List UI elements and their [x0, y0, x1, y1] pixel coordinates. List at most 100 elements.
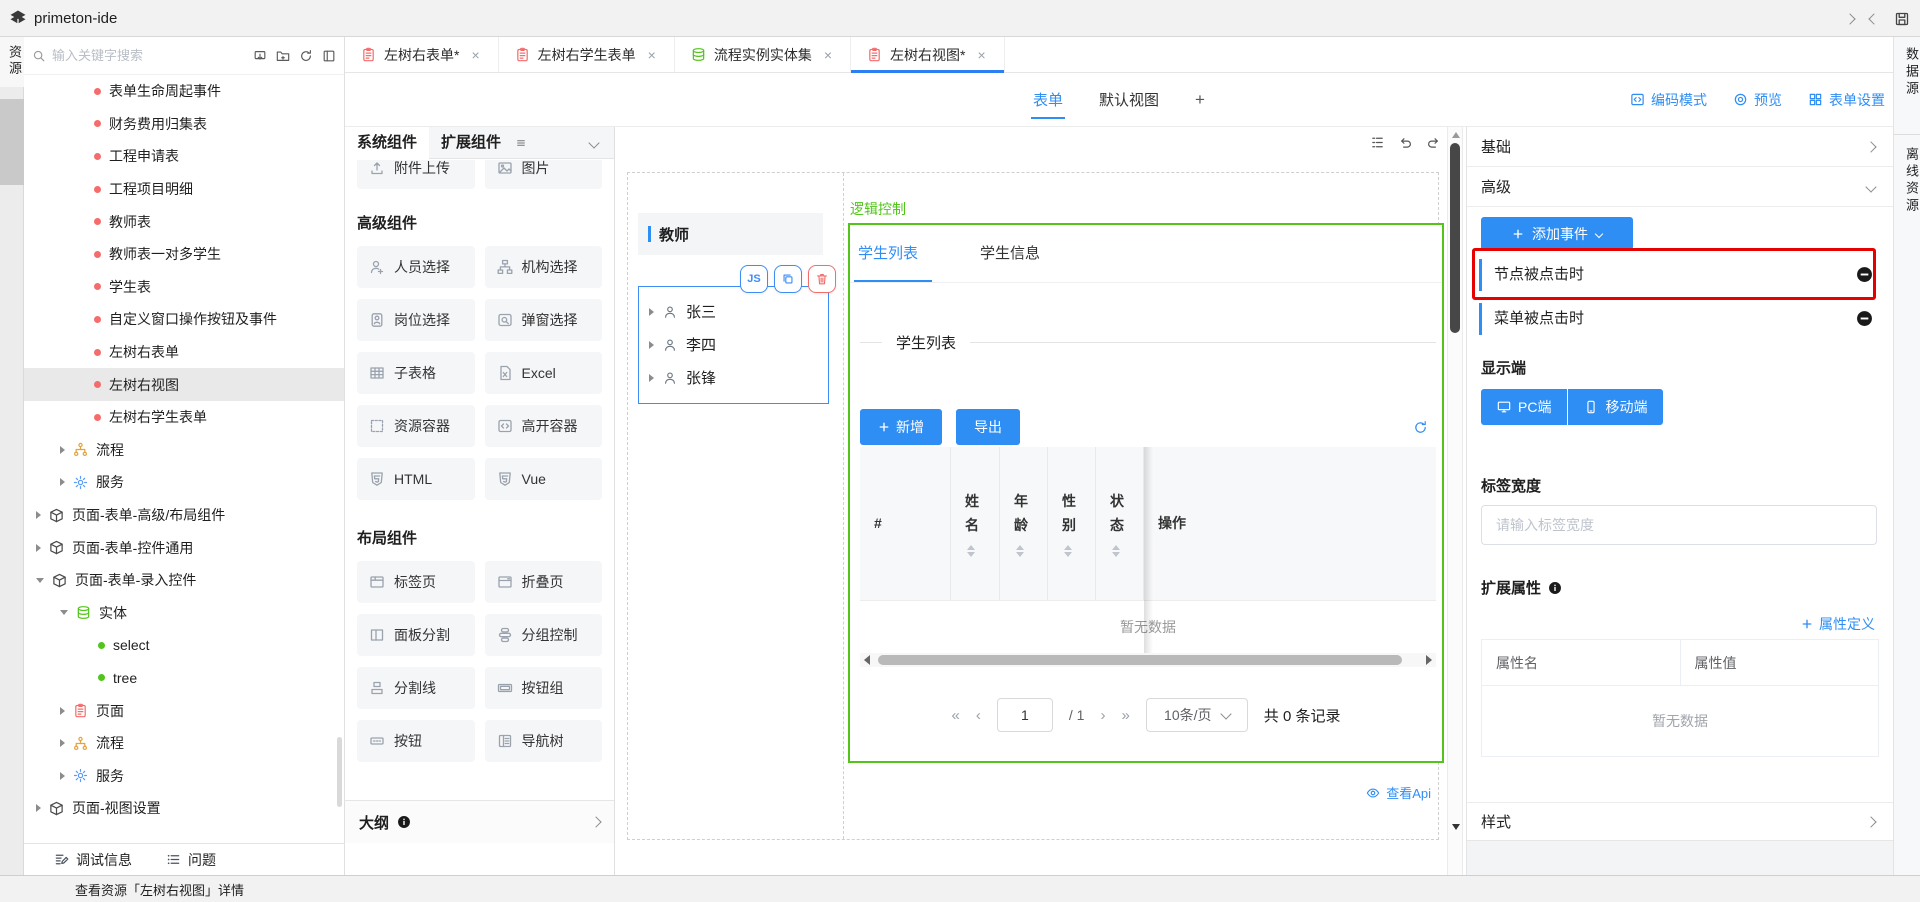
component-attachment-upload[interactable]: 附件上传: [357, 160, 475, 189]
scroll-down-arrow[interactable]: [1452, 824, 1460, 830]
tree-item[interactable]: 财务费用归集表: [24, 108, 344, 141]
tree-item[interactable]: 教师表一对多学生: [24, 238, 344, 271]
sort-icons[interactable]: [1112, 545, 1120, 557]
tree-group-flow[interactable]: 流程: [24, 727, 344, 760]
column-gender[interactable]: 性别: [1048, 447, 1096, 600]
tab-system-components[interactable]: 系统组件: [345, 127, 429, 159]
section-advanced[interactable]: 高级: [1467, 167, 1893, 207]
caret-down-icon[interactable]: [60, 610, 68, 615]
tree-item[interactable]: 左树右表单: [24, 336, 344, 369]
issues-tab[interactable]: 问题: [166, 850, 216, 870]
add-view-button[interactable]: +: [1195, 90, 1205, 110]
tree-item[interactable]: tree: [24, 662, 344, 695]
refresh-tree-icon[interactable]: [299, 49, 313, 63]
tree-scrollbar[interactable]: [337, 737, 342, 807]
component-popup-select[interactable]: 弹窗选择: [485, 299, 603, 341]
close-icon[interactable]: ×: [977, 47, 985, 63]
tree-group-package[interactable]: 页面-表单-高级/布局组件: [24, 499, 344, 532]
caret-right-icon[interactable]: [60, 478, 65, 486]
redo-icon[interactable]: [1426, 135, 1441, 150]
component-excel[interactable]: Excel: [485, 352, 603, 394]
caret-right-icon[interactable]: [60, 446, 65, 454]
save-icon[interactable]: [1894, 11, 1910, 27]
tree-group-package-expanded[interactable]: 页面-表单-录入控件: [24, 564, 344, 597]
locate-resource-icon[interactable]: [253, 49, 267, 63]
component-collapse-page[interactable]: 折叠页: [485, 561, 603, 603]
next-page-button[interactable]: ›: [1100, 707, 1105, 724]
tab-student-info[interactable]: 学生信息: [980, 225, 1040, 282]
column-index[interactable]: #: [860, 447, 951, 600]
close-icon[interactable]: ×: [824, 47, 832, 63]
section-style[interactable]: 样式: [1467, 802, 1893, 840]
sort-icons[interactable]: [1016, 545, 1024, 557]
component-person-select[interactable]: 人员选择: [357, 246, 475, 288]
undo-icon[interactable]: [1398, 135, 1413, 150]
default-view-tab[interactable]: 默认视图: [1099, 89, 1159, 110]
copy-component-button[interactable]: [774, 265, 802, 293]
column-status[interactable]: 状态: [1096, 447, 1144, 600]
tab-student-list[interactable]: 学生列表: [858, 225, 918, 282]
scrollbar-thumb[interactable]: [1450, 143, 1460, 333]
pc-side-button[interactable]: PC端: [1481, 389, 1567, 425]
tab-entity-set[interactable]: 流程实例实体集×: [675, 37, 851, 72]
add-event-button[interactable]: 添加事件: [1481, 217, 1633, 250]
first-page-button[interactable]: «: [952, 707, 960, 724]
resources-strip-tab[interactable]: 资源: [0, 37, 24, 87]
component-panel-split[interactable]: 面板分割: [357, 614, 475, 656]
collapse-palette-icon[interactable]: [588, 137, 599, 148]
tree-item[interactable]: 工程项目明细: [24, 173, 344, 206]
component-nav-tree[interactable]: 导航树: [485, 720, 603, 762]
caret-right-icon[interactable]: [649, 341, 654, 349]
component-divider-line[interactable]: 分割线: [357, 667, 475, 709]
tree-group-entity[interactable]: 实体: [24, 597, 344, 630]
caret-right-icon[interactable]: [60, 707, 65, 715]
teacher-node[interactable]: 张锋: [639, 361, 828, 394]
component-resource-container[interactable]: 资源容器: [357, 405, 475, 447]
component-subtable[interactable]: 子表格: [357, 352, 475, 394]
component-html[interactable]: HTML: [357, 458, 475, 500]
section-basic[interactable]: 基础: [1467, 127, 1893, 167]
datasource-strip-tab[interactable]: 数据源: [1894, 37, 1920, 98]
offline-resource-strip-tab[interactable]: 离线资源: [1894, 137, 1920, 215]
sort-icons[interactable]: [1064, 545, 1072, 557]
component-image[interactable]: 图片: [485, 160, 603, 189]
canvas-vertical-scrollbar[interactable]: [1447, 127, 1463, 875]
debug-info-tab[interactable]: 调试信息: [54, 850, 132, 870]
form-view-tab[interactable]: 表单: [1033, 89, 1063, 110]
js-event-button[interactable]: JS: [740, 265, 768, 293]
teacher-node[interactable]: 张三: [639, 295, 828, 328]
teacher-tree-component[interactable]: 张三 李四 张锋: [638, 286, 829, 404]
remove-event-icon[interactable]: [1856, 266, 1873, 283]
add-row-button[interactable]: 新增: [860, 409, 942, 445]
component-vue[interactable]: Vue: [485, 458, 603, 500]
scroll-up-arrow[interactable]: [1452, 132, 1460, 138]
event-node-clicked[interactable]: 节点被点击时: [1467, 254, 1893, 296]
mobile-side-button[interactable]: 移动端: [1568, 389, 1663, 425]
tree-item[interactable]: 左树右学生表单: [24, 401, 344, 434]
close-icon[interactable]: ×: [648, 47, 656, 63]
tree-item[interactable]: select: [24, 629, 344, 662]
caret-right-icon[interactable]: [36, 544, 41, 552]
form-settings-button[interactable]: 表单设置: [1808, 90, 1885, 110]
palette-menu-icon[interactable]: [515, 137, 527, 149]
add-folder-icon[interactable]: [276, 49, 290, 63]
component-button[interactable]: 按钮: [357, 720, 475, 762]
caret-right-icon[interactable]: [60, 772, 65, 780]
tree-group-service[interactable]: 服务: [24, 466, 344, 499]
page-size-select[interactable]: 10条/页: [1146, 698, 1248, 732]
component-post-select[interactable]: 岗位选择: [357, 299, 475, 341]
code-mode-button[interactable]: 编码模式: [1630, 90, 1707, 110]
close-icon[interactable]: ×: [471, 47, 479, 63]
caret-right-icon[interactable]: [36, 511, 41, 519]
component-tab-page[interactable]: 标签页: [357, 561, 475, 603]
caret-right-icon[interactable]: [649, 308, 654, 316]
tree-item[interactable]: 教师表: [24, 205, 344, 238]
last-page-button[interactable]: »: [1121, 707, 1129, 724]
sort-icons[interactable]: [967, 545, 975, 557]
delete-component-button[interactable]: [808, 265, 836, 293]
label-width-input[interactable]: [1481, 505, 1877, 545]
tree-item-selected[interactable]: 左树右视图: [24, 368, 344, 401]
outline-tree-icon[interactable]: [1370, 135, 1385, 150]
tree-group-package[interactable]: 页面-表单-控件通用: [24, 531, 344, 564]
search-input[interactable]: [52, 48, 253, 63]
